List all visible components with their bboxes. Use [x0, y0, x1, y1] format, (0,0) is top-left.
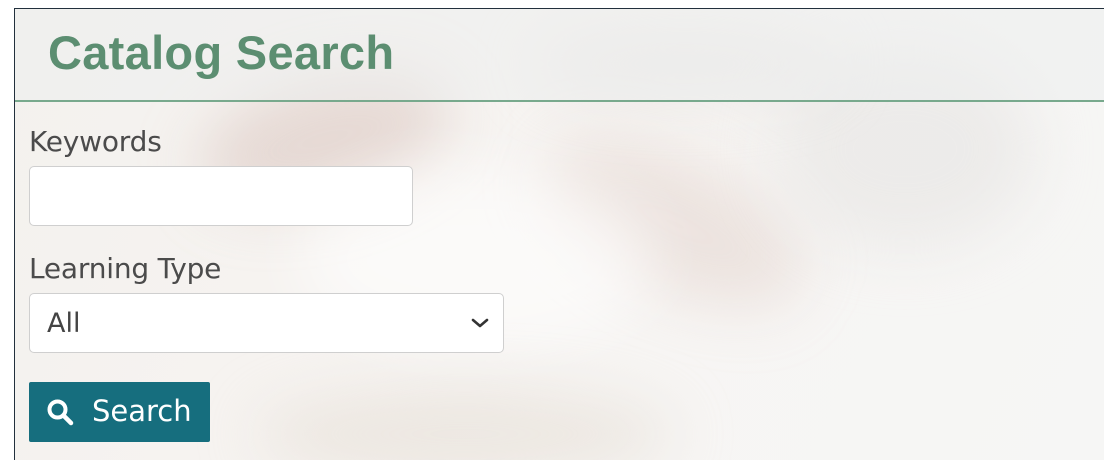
search-button-label: Search [92, 394, 192, 428]
page-title: Catalog Search [48, 26, 395, 79]
learning-type-select[interactable]: All [29, 293, 504, 353]
search-icon [47, 399, 74, 426]
learning-type-label: Learning Type [29, 252, 222, 285]
search-button[interactable]: Search [29, 382, 210, 442]
catalog-search-panel: Catalog Search Keywords Learning Type Al… [14, 8, 1104, 460]
background-image [255, 389, 675, 460]
keywords-label: Keywords [29, 125, 162, 158]
panel-header: Catalog Search [15, 9, 1104, 102]
chevron-down-icon [471, 318, 489, 328]
learning-type-selected-value: All [47, 308, 81, 339]
background-image [520, 105, 830, 343]
keywords-input[interactable] [29, 166, 413, 226]
